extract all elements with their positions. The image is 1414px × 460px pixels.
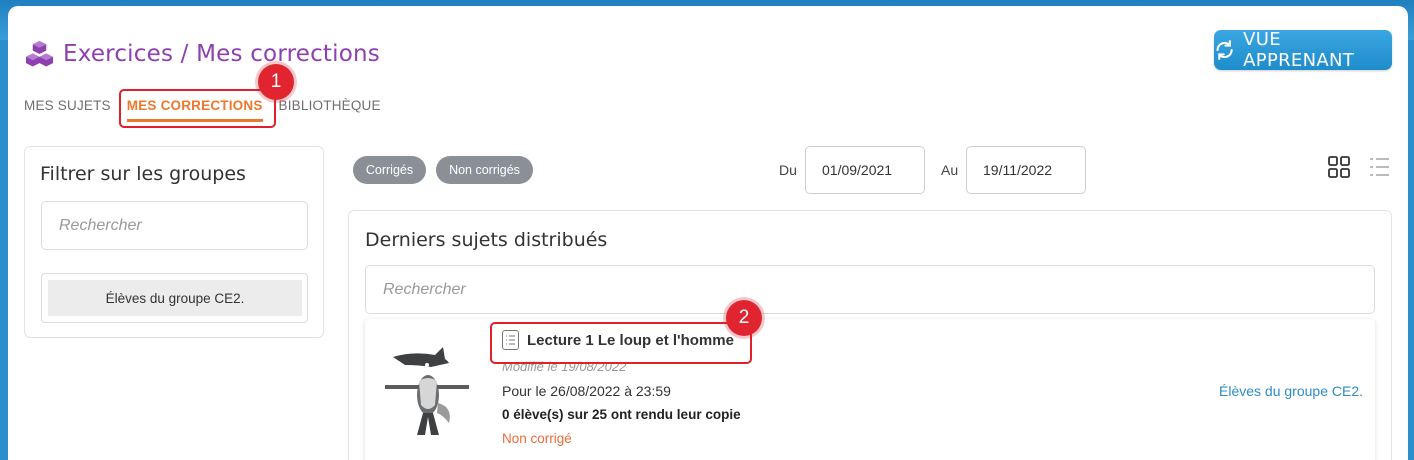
date-to-label: Au <box>941 162 959 178</box>
group-list: Élèves du groupe CE2. <box>41 273 308 323</box>
filter-not-corrected-chip[interactable]: Non corrigés <box>436 156 533 184</box>
grid-view-icon[interactable] <box>1328 156 1350 178</box>
returned-count: 0 élève(s) sur 25 ont rendu leur copie <box>502 407 741 422</box>
distributed-subjects-title: Derniers sujets distribués <box>365 229 608 251</box>
date-to-input[interactable]: 19/11/2022 <box>966 146 1086 194</box>
correction-status: Non corrigé <box>502 431 572 446</box>
subject-group-link[interactable]: Élèves du groupe CE2. <box>1219 383 1363 399</box>
subject-search-input[interactable]: Rechercher <box>365 265 1375 314</box>
group-item[interactable]: Élèves du groupe CE2. <box>48 280 302 316</box>
tab-bibliotheque[interactable]: BIBLIOTHÈQUE <box>279 98 381 113</box>
tab-mes-sujets[interactable]: MES SUJETS <box>24 98 111 113</box>
cubes-icon <box>26 40 53 67</box>
page-title: Exercices / Mes corrections <box>25 40 380 67</box>
group-filter-panel: Filtrer sur les groupes Rechercher Élève… <box>24 146 324 338</box>
highlight-box <box>119 89 276 128</box>
date-from-label: Du <box>779 162 797 178</box>
due-date: Pour le 26/08/2022 à 23:59 <box>502 383 671 399</box>
step-badge: 1 <box>258 64 294 100</box>
filter-corrected-chip[interactable]: Corrigés <box>353 156 426 184</box>
highlight-box <box>490 322 752 364</box>
refresh-icon <box>1216 40 1233 60</box>
date-from-input[interactable]: 01/09/2021 <box>805 146 925 194</box>
vue-apprenant-label: VUE APPRENANT <box>1243 29 1355 71</box>
group-search-input[interactable]: Rechercher <box>41 201 308 250</box>
step-badge: 2 <box>726 300 762 336</box>
page-title-text: Exercices / Mes corrections <box>63 40 380 67</box>
vue-apprenant-button[interactable]: VUE APPRENANT <box>1214 29 1392 71</box>
group-filter-title: Filtrer sur les groupes <box>40 163 246 185</box>
list-view-icon[interactable] <box>1368 156 1390 178</box>
wolf-illustration <box>385 347 469 435</box>
